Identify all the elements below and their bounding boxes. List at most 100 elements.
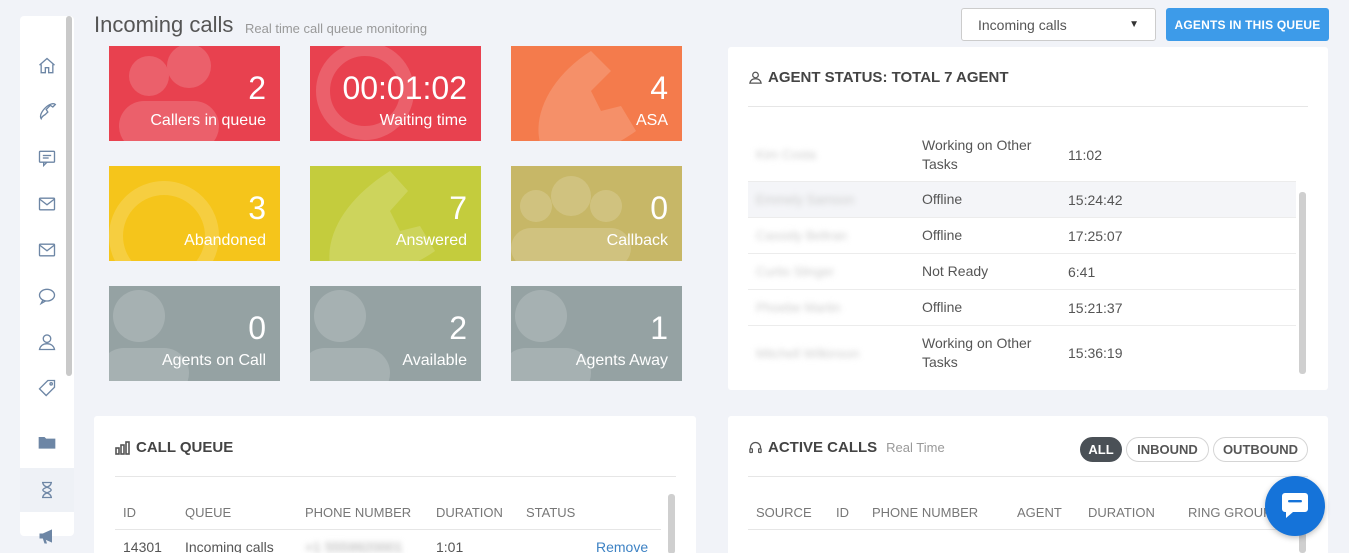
column-header-phone-number: PHONE NUMBER (305, 505, 412, 520)
active-calls-title: ACTIVE CALLS Real Time (748, 439, 945, 456)
active-calls-subtitle: Real Time (886, 440, 945, 455)
sidebar-item-phone[interactable] (20, 90, 74, 134)
sidebar-item-messages[interactable] (20, 274, 74, 318)
megaphone-icon (39, 529, 52, 544)
queue-row-duration: 1:01 (436, 539, 464, 553)
filter-outbound[interactable]: OUTBOUND (1213, 437, 1308, 462)
sidebar-item-inbox[interactable] (20, 228, 74, 272)
tile-label: ASA (635, 112, 668, 129)
tag-icon (38, 379, 56, 397)
call-queue-title-text: CALL QUEUE (136, 439, 234, 456)
divider (115, 529, 661, 530)
queue-row-id: 14301 (123, 539, 162, 553)
user-icon (38, 334, 56, 351)
tile-waiting-time: 00:01:02 Waiting time (310, 46, 481, 141)
agent-name: Mitchell Wilkinson (756, 345, 860, 361)
agent-name: Kim Costa (756, 147, 816, 162)
agent-name: Phoebe Martin (756, 300, 841, 315)
sidebar-item-queue[interactable] (20, 468, 74, 512)
chat-icon (38, 150, 56, 168)
call-queue-scrollbar[interactable] (668, 494, 675, 553)
agent-status: Working on Other Tasks (922, 335, 1032, 370)
table-row: Mitchell Wilkinson Working on Other Task… (748, 326, 1296, 380)
home-icon (39, 57, 55, 74)
agent-time: 17:25:07 (1068, 227, 1123, 244)
page-subtitle: Real time call queue monitoring (245, 21, 428, 36)
agent-name: Cassidy Beltran (756, 228, 848, 243)
tile-label: Callback (606, 232, 668, 249)
bar-chart-icon (115, 440, 130, 455)
mail-icon (38, 197, 56, 211)
column-header-status: STATUS (526, 505, 576, 520)
table-row: Curtis Slinger Not Ready 6:41 (748, 254, 1296, 290)
queue-row-queue: Incoming calls (185, 539, 274, 553)
chevron-down-icon: ▼ (1129, 19, 1139, 30)
tile-label: Agents Away (575, 352, 668, 369)
filter-inbound[interactable]: INBOUND (1126, 437, 1209, 462)
agent-name: Emmely Samson (756, 192, 855, 207)
tile-available: 2 Available (310, 286, 481, 381)
tile-value: 2 (449, 310, 467, 346)
table-row: Cassidy Beltran Offline 17:25:07 (748, 218, 1296, 254)
column-header-queue: QUEUE (185, 505, 232, 520)
agent-status: Not Ready (922, 263, 989, 279)
tile-value: 0 (248, 310, 266, 346)
agents-in-queue-button[interactable]: AGENTS IN THIS QUEUE (1166, 8, 1329, 41)
call-queue-panel (94, 416, 696, 553)
tile-label: Waiting time (379, 112, 467, 129)
column-header-source: SOURCE (756, 505, 812, 520)
sidebar-item-contacts[interactable] (20, 320, 74, 364)
agent-time: 6:41 (1068, 263, 1096, 280)
chat-bubble-icon (1282, 493, 1308, 518)
tile-value: 0 (650, 190, 668, 226)
tile-answered: 7 Answered (310, 166, 481, 261)
column-header-duration: DURATION (1088, 505, 1155, 520)
agent-status-title: AGENT STATUS: TOTAL 7 AGENT (748, 69, 1009, 86)
divider (748, 476, 1308, 477)
agent-status-title-text: AGENT STATUS: TOTAL 7 AGENT (768, 69, 1009, 86)
active-calls-title-text: ACTIVE CALLS (768, 439, 878, 456)
phone-icon (39, 103, 57, 121)
tile-label: Abandoned (184, 232, 266, 249)
tile-label: Callers in queue (150, 112, 266, 129)
agent-time: 15:36:19 (1068, 345, 1123, 361)
call-queue-title: CALL QUEUE (115, 439, 233, 456)
agent-time: 11:02 (1068, 146, 1102, 163)
headset-icon (749, 441, 762, 454)
queue-row-phone: +1 5559920001 (305, 539, 403, 553)
sidebar-item-campaigns[interactable] (20, 514, 74, 553)
agent-icon (749, 71, 762, 84)
sidebar-item-chat[interactable] (20, 136, 74, 180)
divider (748, 529, 1308, 530)
remove-link[interactable]: Remove (596, 539, 648, 553)
agent-status: Offline (922, 227, 963, 243)
tile-value: 7 (449, 190, 467, 226)
column-header-phone-number: PHONE NUMBER (872, 505, 979, 520)
sidebar-item-files[interactable] (20, 420, 74, 464)
inbox-icon (38, 243, 56, 257)
tile-label: Available (402, 352, 467, 369)
tile-label: Answered (395, 232, 467, 249)
agent-status-scrollbar[interactable] (1299, 192, 1306, 374)
agent-name: Curtis Slinger (756, 264, 835, 279)
tile-value: 4 (650, 70, 668, 106)
tile-value: 1 (650, 310, 668, 346)
sidebar-item-mail[interactable] (20, 182, 74, 226)
tile-value: 3 (248, 190, 266, 226)
queue-select[interactable]: Incoming calls ▼ (961, 8, 1156, 41)
agent-status: Offline (922, 191, 963, 207)
filter-all[interactable]: ALL (1080, 437, 1122, 462)
queue-select-value: Incoming calls (978, 16, 1067, 33)
divider (748, 106, 1308, 107)
table-row: Kim Costa Working on Other Tasks 11:02 (748, 128, 1296, 182)
agent-time: 15:24:42 (1068, 191, 1123, 208)
tile-callback: 0 Callback (511, 166, 682, 261)
sidebar-item-tags[interactable] (20, 366, 74, 410)
hourglass-icon (42, 481, 52, 499)
agent-status: Offline (922, 299, 963, 315)
table-row: Phoebe Martin Offline 15:21:37 (748, 290, 1296, 326)
sidebar-item-home[interactable] (20, 44, 74, 88)
agent-status: Working on Other Tasks (922, 136, 1032, 172)
agent-time: 15:21:37 (1068, 299, 1123, 316)
chat-widget-button[interactable] (1265, 476, 1325, 536)
